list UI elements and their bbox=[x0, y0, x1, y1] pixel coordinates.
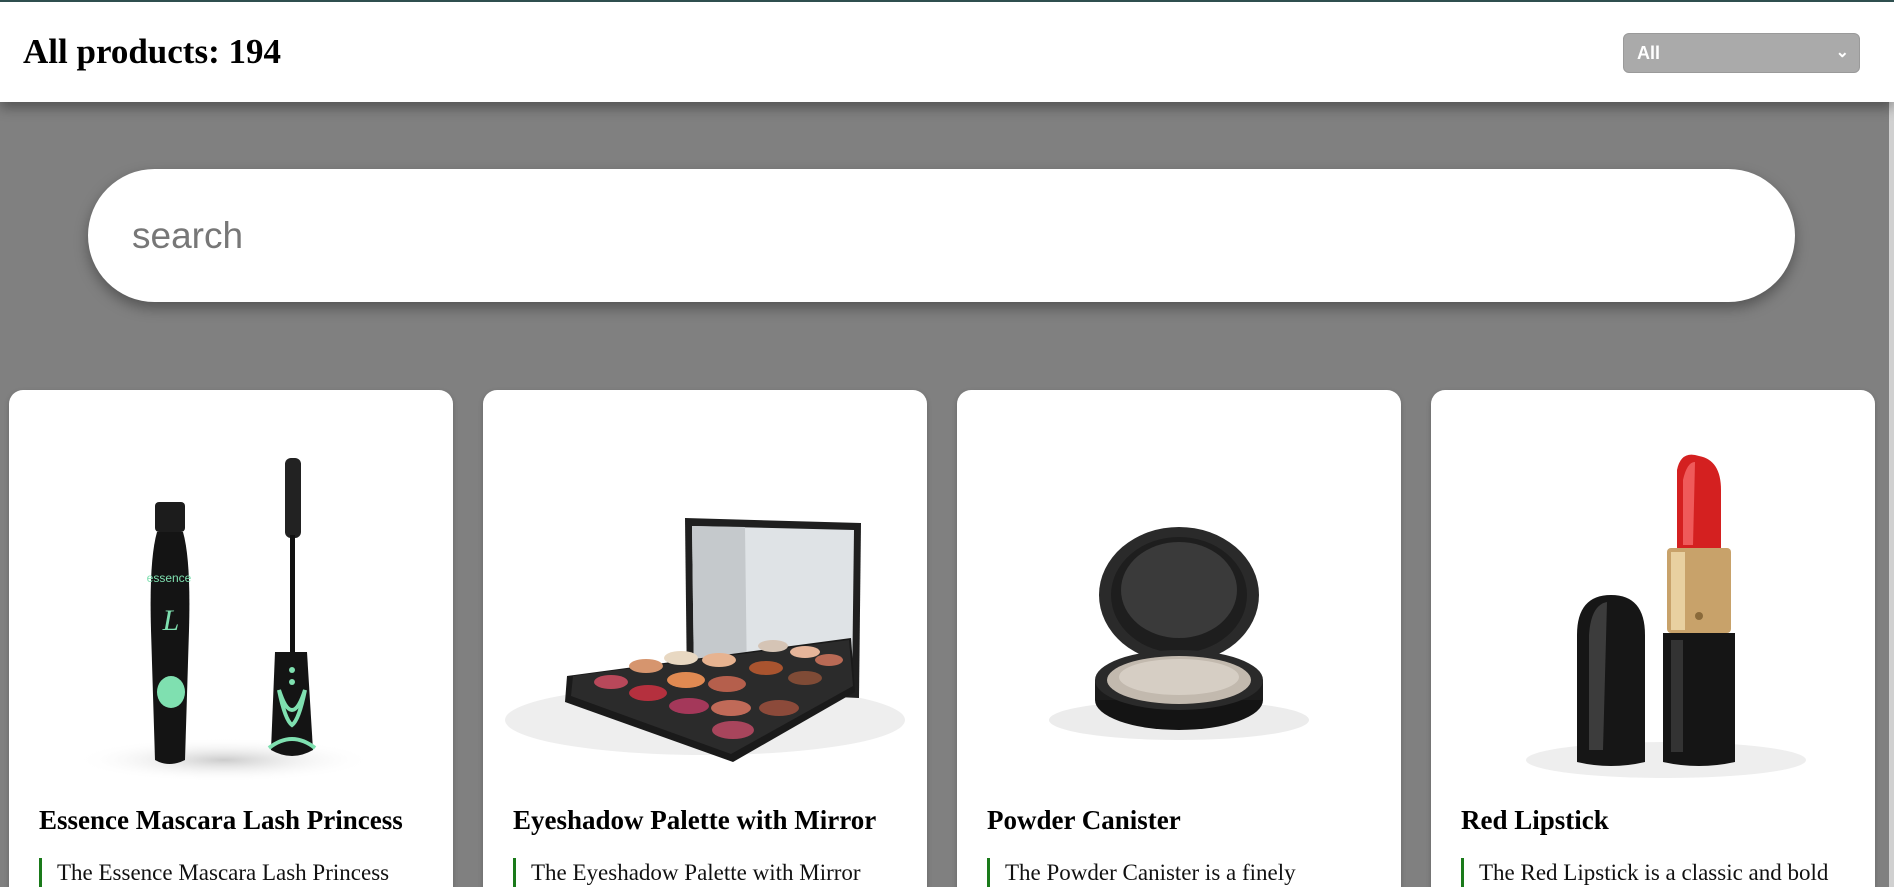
product-image: essence L bbox=[9, 390, 453, 790]
product-card[interactable]: Eyeshadow Palette with Mirror The Eyesha… bbox=[483, 390, 927, 887]
palette-icon bbox=[505, 518, 905, 762]
product-image bbox=[483, 390, 927, 790]
product-image bbox=[1431, 390, 1875, 790]
product-name: Essence Mascara Lash Princess bbox=[39, 805, 403, 835]
product-name: Powder Canister bbox=[987, 805, 1181, 835]
search-input[interactable] bbox=[132, 199, 1732, 273]
compact-icon bbox=[1049, 527, 1309, 740]
header-bar: All products: 194 All ⌄ bbox=[0, 0, 1894, 102]
product-name: Eyeshadow Palette with Mirror bbox=[513, 805, 877, 835]
product-description: The Essence Mascara Lash Princess bbox=[39, 858, 439, 887]
page-scrollbar[interactable] bbox=[1889, 102, 1894, 887]
product-description: The Red Lipstick is a classic and bold bbox=[1461, 858, 1861, 887]
product-image bbox=[957, 390, 1401, 790]
product-description: The Powder Canister is a finely bbox=[987, 858, 1387, 887]
svg-text:L: L bbox=[162, 604, 180, 637]
mascara-icon: essence L bbox=[74, 458, 374, 782]
product-card[interactable]: Powder Canister The Powder Canister is a… bbox=[957, 390, 1401, 887]
search-bar[interactable] bbox=[88, 169, 1795, 302]
product-name: Red Lipstick bbox=[1461, 805, 1609, 835]
mascara-brand-text: essence bbox=[147, 571, 192, 585]
page-title: All products: 194 bbox=[23, 32, 281, 71]
product-card[interactable]: Red Lipstick The Red Lipstick is a class… bbox=[1431, 390, 1875, 887]
lipstick-icon bbox=[1526, 454, 1806, 778]
product-description: The Eyeshadow Palette with Mirror bbox=[513, 858, 913, 887]
chevron-down-icon: ⌄ bbox=[1835, 44, 1849, 61]
product-card[interactable]: essence L Essence Mascara Lash Princess … bbox=[9, 390, 453, 887]
category-filter-value: All bbox=[1637, 43, 1661, 63]
category-filter-select[interactable]: All ⌄ bbox=[1623, 33, 1860, 73]
